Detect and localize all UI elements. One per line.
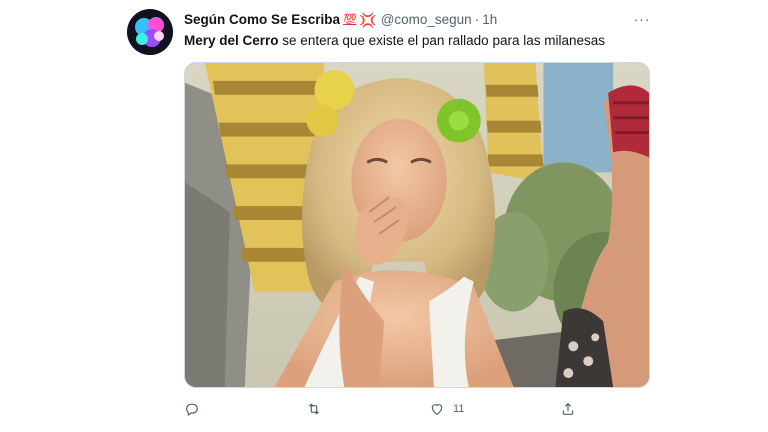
meme-photo xyxy=(185,63,649,387)
share-icon xyxy=(562,402,574,415)
hundred-points-icon: 💯 xyxy=(343,14,357,26)
tweet-timestamp[interactable]: 1h xyxy=(482,12,497,28)
retweet-button[interactable] xyxy=(306,399,330,419)
more-options-icon[interactable]: ··· xyxy=(630,10,654,28)
tweet-text-bold: Mery del Cerro xyxy=(184,33,279,48)
user-handle[interactable]: @como_segun xyxy=(381,12,472,28)
tweet-card[interactable]: Según Como Se Escriba 💯 💢 @como_segun · … xyxy=(0,0,768,432)
tweet-text-body: se entera que existe el pan rallado para… xyxy=(278,33,605,48)
like-button[interactable]: 11 xyxy=(429,399,464,419)
tweet-actions: 11 xyxy=(184,399,584,419)
header-separator: · xyxy=(474,12,480,27)
tweet-media-image[interactable] xyxy=(184,62,650,388)
reply-button[interactable] xyxy=(184,399,208,419)
heart-icon xyxy=(431,404,443,416)
avatar[interactable] xyxy=(127,9,173,55)
avatar-art-icon xyxy=(127,9,173,55)
display-name[interactable]: Según Como Se Escriba xyxy=(184,12,340,28)
tweet-text: Mery del Cerro se entera que existe el p… xyxy=(184,32,605,50)
reply-icon xyxy=(186,403,198,417)
like-count: 11 xyxy=(453,403,465,415)
tweet-header: Según Como Se Escriba 💯 💢 @como_segun · … xyxy=(184,12,497,28)
retweet-icon xyxy=(308,403,320,415)
share-button[interactable] xyxy=(560,399,584,419)
anger-symbol-icon: 💢 xyxy=(359,12,377,28)
